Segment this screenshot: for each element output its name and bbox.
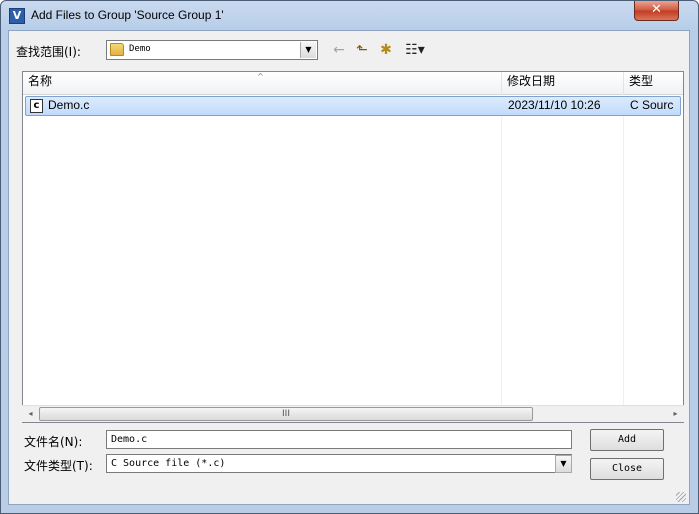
file-row-demo-c[interactable]: c Demo.c 2023/11/10 10:26 C Sourc bbox=[25, 96, 681, 116]
look-in-value: Demo bbox=[129, 44, 151, 54]
file-type: C Sourc bbox=[630, 98, 674, 112]
column-guide bbox=[623, 94, 624, 422]
window-title: Add Files to Group 'Source Group 1' bbox=[31, 8, 224, 22]
file-modified: 2023/11/10 10:26 bbox=[508, 98, 601, 112]
up-folder-icon[interactable]: ⬑ bbox=[353, 40, 371, 60]
file-list[interactable]: 名称 ^ 修改日期 类型 c Demo.c 2023/11/10 10:26 C… bbox=[22, 71, 684, 423]
file-name: Demo.c bbox=[48, 98, 90, 112]
file-type-select[interactable]: C Source file (*.c) bbox=[106, 454, 572, 473]
chevron-down-icon[interactable]: ▼ bbox=[555, 455, 572, 473]
close-button[interactable]: Close bbox=[590, 458, 664, 480]
list-header: 名称 ^ 修改日期 类型 bbox=[23, 72, 683, 95]
scrollbar-thumb[interactable]: III bbox=[39, 407, 533, 421]
folder-icon bbox=[110, 43, 124, 56]
add-button[interactable]: Add bbox=[590, 429, 664, 451]
scroll-right-icon[interactable]: ▸ bbox=[667, 406, 684, 422]
c-source-file-icon: c bbox=[30, 99, 43, 113]
title-bar[interactable]: V Add Files to Group 'Source Group 1' ✕ bbox=[1, 1, 698, 31]
new-folder-icon[interactable]: ✱ bbox=[376, 40, 396, 60]
horizontal-scrollbar[interactable]: ◂ III ▸ bbox=[22, 405, 684, 422]
file-type-label: 文件类型(T): bbox=[24, 459, 93, 473]
file-type-value: C Source file (*.c) bbox=[111, 458, 226, 469]
column-guide bbox=[501, 94, 502, 422]
back-icon[interactable]: ← bbox=[330, 40, 348, 60]
look-in-label: 查找范围(I): bbox=[16, 45, 81, 59]
column-header-modified[interactable]: 修改日期 bbox=[502, 72, 623, 94]
chevron-down-icon[interactable]: ▼ bbox=[300, 42, 316, 58]
resize-grip[interactable] bbox=[676, 492, 686, 502]
file-name-label: 文件名(N): bbox=[24, 435, 83, 449]
look-in-combo[interactable]: Demo ▼ bbox=[106, 40, 318, 60]
app-icon: V bbox=[9, 8, 25, 24]
sort-ascending-icon: ^ bbox=[257, 72, 264, 81]
column-header-type[interactable]: 类型 bbox=[624, 72, 683, 94]
scroll-left-icon[interactable]: ◂ bbox=[22, 406, 39, 422]
view-menu-icon[interactable]: ☷▾ bbox=[401, 40, 429, 60]
close-window-button[interactable]: ✕ bbox=[634, 1, 679, 21]
file-name-input[interactable]: Demo.c bbox=[106, 430, 572, 449]
